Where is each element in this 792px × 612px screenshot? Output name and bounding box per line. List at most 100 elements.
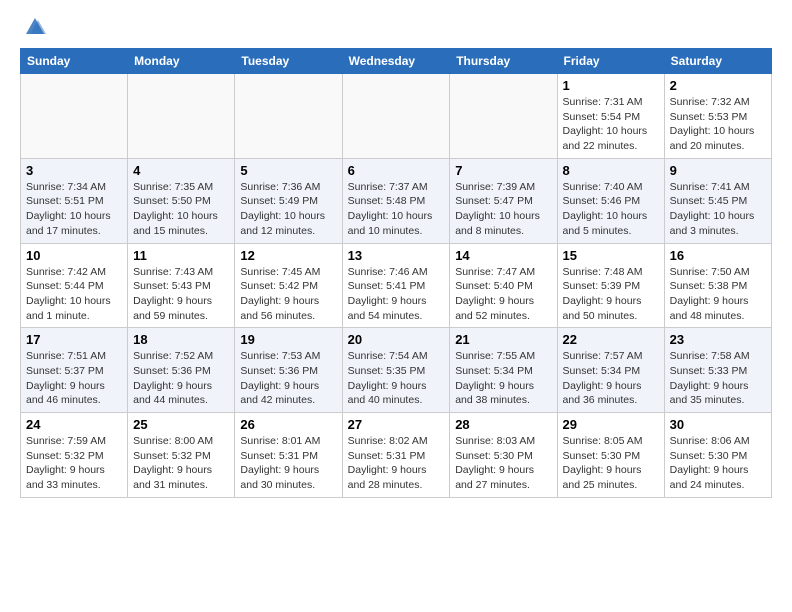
calendar-cell — [342, 74, 450, 159]
day-number: 28 — [455, 417, 551, 432]
day-number: 7 — [455, 163, 551, 178]
calendar-cell — [128, 74, 235, 159]
calendar-cell: 7 Sunrise: 7:39 AM Sunset: 5:47 PM Daylig… — [450, 158, 557, 243]
day-info: Sunrise: 7:57 AM Sunset: 5:34 PM Dayligh… — [563, 349, 659, 408]
day-info: Sunrise: 8:05 AM Sunset: 5:30 PM Dayligh… — [563, 434, 659, 493]
day-info: Sunrise: 7:47 AM Sunset: 5:40 PM Dayligh… — [455, 265, 551, 324]
calendar-cell: 9Sunrise: 7:41 AM Sunset: 5:45 PM Daylig… — [664, 158, 771, 243]
calendar-cell: 11 Sunrise: 7:43 AM Sunset: 5:43 PM Dayli… — [128, 243, 235, 328]
day-info: Sunrise: 7:39 AM Sunset: 5:47 PM Dayligh… — [455, 180, 551, 239]
col-header-thursday: Thursday — [450, 49, 557, 74]
day-number: 10 — [26, 248, 122, 263]
header — [20, 16, 772, 38]
col-header-wednesday: Wednesday — [342, 49, 450, 74]
day-info: Sunrise: 7:50 AM Sunset: 5:38 PM Dayligh… — [670, 265, 766, 324]
calendar-cell: 15Sunrise: 7:48 AM Sunset: 5:39 PM Dayli… — [557, 243, 664, 328]
day-number: 1 — [563, 78, 659, 93]
day-number: 22 — [563, 332, 659, 347]
logo-icon — [24, 16, 46, 38]
calendar-cell: 21Sunrise: 7:55 AM Sunset: 5:34 PM Dayli… — [450, 328, 557, 413]
calendar-cell: 19 Sunrise: 7:53 AM Sunset: 5:36 PM Dayli… — [235, 328, 342, 413]
calendar-header-row: SundayMondayTuesdayWednesdayThursdayFrid… — [21, 49, 772, 74]
calendar-cell: 27Sunrise: 8:02 AM Sunset: 5:31 PM Dayli… — [342, 413, 450, 498]
day-number: 2 — [670, 78, 766, 93]
calendar-cell: 28 Sunrise: 8:03 AM Sunset: 5:30 PM Dayli… — [450, 413, 557, 498]
day-number: 29 — [563, 417, 659, 432]
calendar-cell: 20 Sunrise: 7:54 AM Sunset: 5:35 PM Dayli… — [342, 328, 450, 413]
logo-text — [20, 16, 46, 38]
col-header-saturday: Saturday — [664, 49, 771, 74]
calendar-cell: 8 Sunrise: 7:40 AM Sunset: 5:46 PM Daylig… — [557, 158, 664, 243]
day-info: Sunrise: 7:34 AM Sunset: 5:51 PM Dayligh… — [26, 180, 122, 239]
day-info: Sunrise: 7:40 AM Sunset: 5:46 PM Dayligh… — [563, 180, 659, 239]
day-info: Sunrise: 7:51 AM Sunset: 5:37 PM Dayligh… — [26, 349, 122, 408]
calendar-week-row: 10 Sunrise: 7:42 AM Sunset: 5:44 PM Dayli… — [21, 243, 772, 328]
day-number: 30 — [670, 417, 766, 432]
calendar-week-row: 1 Sunrise: 7:31 AM Sunset: 5:54 PM Daylig… — [21, 74, 772, 159]
day-number: 18 — [133, 332, 229, 347]
calendar-week-row: 24 Sunrise: 7:59 AM Sunset: 5:32 PM Dayli… — [21, 413, 772, 498]
calendar-cell: 6 Sunrise: 7:37 AM Sunset: 5:48 PM Daylig… — [342, 158, 450, 243]
day-info: Sunrise: 7:58 AM Sunset: 5:33 PM Dayligh… — [670, 349, 766, 408]
day-number: 19 — [240, 332, 336, 347]
col-header-monday: Monday — [128, 49, 235, 74]
day-number: 9 — [670, 163, 766, 178]
day-info: Sunrise: 7:54 AM Sunset: 5:35 PM Dayligh… — [348, 349, 445, 408]
day-info: Sunrise: 7:36 AM Sunset: 5:49 PM Dayligh… — [240, 180, 336, 239]
day-info: Sunrise: 7:32 AM Sunset: 5:53 PM Dayligh… — [670, 95, 766, 154]
calendar-cell: 5 Sunrise: 7:36 AM Sunset: 5:49 PM Daylig… — [235, 158, 342, 243]
day-number: 8 — [563, 163, 659, 178]
day-number: 17 — [26, 332, 122, 347]
calendar-table: SundayMondayTuesdayWednesdayThursdayFrid… — [20, 48, 772, 498]
calendar-week-row: 3 Sunrise: 7:34 AM Sunset: 5:51 PM Daylig… — [21, 158, 772, 243]
col-header-sunday: Sunday — [21, 49, 128, 74]
calendar-cell — [21, 74, 128, 159]
calendar-cell: 24 Sunrise: 7:59 AM Sunset: 5:32 PM Dayli… — [21, 413, 128, 498]
day-number: 12 — [240, 248, 336, 263]
col-header-friday: Friday — [557, 49, 664, 74]
day-number: 4 — [133, 163, 229, 178]
day-info: Sunrise: 7:43 AM Sunset: 5:43 PM Dayligh… — [133, 265, 229, 324]
page: SundayMondayTuesdayWednesdayThursdayFrid… — [0, 0, 792, 514]
calendar-cell: 30 Sunrise: 8:06 AM Sunset: 5:30 PM Dayli… — [664, 413, 771, 498]
day-info: Sunrise: 7:55 AM Sunset: 5:34 PM Dayligh… — [455, 349, 551, 408]
day-info: Sunrise: 7:42 AM Sunset: 5:44 PM Dayligh… — [26, 265, 122, 324]
col-header-tuesday: Tuesday — [235, 49, 342, 74]
calendar-cell: 25 Sunrise: 8:00 AM Sunset: 5:32 PM Dayli… — [128, 413, 235, 498]
day-number: 24 — [26, 417, 122, 432]
calendar-cell — [450, 74, 557, 159]
day-number: 3 — [26, 163, 122, 178]
day-info: Sunrise: 7:37 AM Sunset: 5:48 PM Dayligh… — [348, 180, 445, 239]
day-number: 20 — [348, 332, 445, 347]
day-info: Sunrise: 8:00 AM Sunset: 5:32 PM Dayligh… — [133, 434, 229, 493]
day-number: 11 — [133, 248, 229, 263]
calendar-cell: 17 Sunrise: 7:51 AM Sunset: 5:37 PM Dayli… — [21, 328, 128, 413]
day-info: Sunrise: 7:52 AM Sunset: 5:36 PM Dayligh… — [133, 349, 229, 408]
day-number: 16 — [670, 248, 766, 263]
calendar-cell: 29 Sunrise: 8:05 AM Sunset: 5:30 PM Dayli… — [557, 413, 664, 498]
calendar-cell: 12Sunrise: 7:45 AM Sunset: 5:42 PM Dayli… — [235, 243, 342, 328]
day-number: 14 — [455, 248, 551, 263]
calendar-cell: 3 Sunrise: 7:34 AM Sunset: 5:51 PM Daylig… — [21, 158, 128, 243]
calendar-cell: 10 Sunrise: 7:42 AM Sunset: 5:44 PM Dayli… — [21, 243, 128, 328]
calendar-cell — [235, 74, 342, 159]
calendar-cell: 26Sunrise: 8:01 AM Sunset: 5:31 PM Dayli… — [235, 413, 342, 498]
day-number: 6 — [348, 163, 445, 178]
day-info: Sunrise: 7:53 AM Sunset: 5:36 PM Dayligh… — [240, 349, 336, 408]
day-info: Sunrise: 7:59 AM Sunset: 5:32 PM Dayligh… — [26, 434, 122, 493]
calendar-cell: 1 Sunrise: 7:31 AM Sunset: 5:54 PM Daylig… — [557, 74, 664, 159]
calendar-cell: 22 Sunrise: 7:57 AM Sunset: 5:34 PM Dayli… — [557, 328, 664, 413]
day-info: Sunrise: 7:31 AM Sunset: 5:54 PM Dayligh… — [563, 95, 659, 154]
day-number: 27 — [348, 417, 445, 432]
day-info: Sunrise: 8:01 AM Sunset: 5:31 PM Dayligh… — [240, 434, 336, 493]
day-info: Sunrise: 8:06 AM Sunset: 5:30 PM Dayligh… — [670, 434, 766, 493]
calendar-cell: 13Sunrise: 7:46 AM Sunset: 5:41 PM Dayli… — [342, 243, 450, 328]
calendar-cell: 4 Sunrise: 7:35 AM Sunset: 5:50 PM Daylig… — [128, 158, 235, 243]
day-info: Sunrise: 7:46 AM Sunset: 5:41 PM Dayligh… — [348, 265, 445, 324]
day-info: Sunrise: 7:35 AM Sunset: 5:50 PM Dayligh… — [133, 180, 229, 239]
day-number: 5 — [240, 163, 336, 178]
day-info: Sunrise: 8:03 AM Sunset: 5:30 PM Dayligh… — [455, 434, 551, 493]
day-number: 25 — [133, 417, 229, 432]
calendar-week-row: 17 Sunrise: 7:51 AM Sunset: 5:37 PM Dayli… — [21, 328, 772, 413]
calendar-cell: 23Sunrise: 7:58 AM Sunset: 5:33 PM Dayli… — [664, 328, 771, 413]
